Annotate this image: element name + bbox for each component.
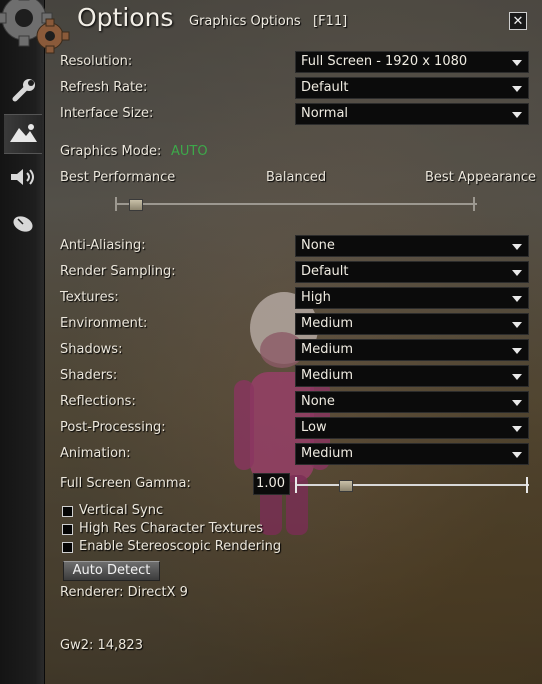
- shaders-value: Medium: [301, 368, 353, 383]
- render-sampling-label: Render Sampling:: [60, 264, 176, 279]
- anti-aliasing-label: Anti-Aliasing:: [60, 238, 146, 253]
- shadows-value: Medium: [301, 342, 353, 357]
- interface-size-label: Interface Size:: [60, 106, 154, 121]
- stereoscopic-label: Enable Stereoscopic Rendering: [79, 539, 282, 554]
- slider-track: [295, 484, 529, 486]
- options-sidebar: [0, 0, 70, 684]
- gamma-value-field[interactable]: 1.00: [253, 473, 290, 495]
- graphics-mode-value: AUTO: [171, 144, 208, 159]
- post-processing-dropdown[interactable]: Low: [295, 417, 529, 439]
- shadows-dropdown[interactable]: Medium: [295, 339, 529, 361]
- wrench-icon: [12, 79, 35, 102]
- chevron-down-icon: [512, 270, 522, 276]
- chevron-down-icon: [512, 426, 522, 432]
- slider-thumb[interactable]: [129, 199, 143, 211]
- reflections-label: Reflections:: [60, 394, 136, 409]
- best-performance-label: Best Performance: [60, 170, 176, 185]
- resolution-dropdown[interactable]: Full Screen - 1920 x 1080: [295, 51, 529, 73]
- render-sampling-value: Default: [301, 264, 349, 279]
- balanced-label: Balanced: [266, 170, 327, 185]
- resolution-label: Resolution:: [60, 54, 133, 69]
- refresh-rate-value: Default: [301, 80, 349, 95]
- page-title: Options: [77, 3, 174, 32]
- render-sampling-dropdown[interactable]: Default: [295, 261, 529, 283]
- chevron-down-icon: [512, 60, 522, 66]
- chevron-down-icon: [512, 452, 522, 458]
- chevron-down-icon: [512, 296, 522, 302]
- reflections-dropdown[interactable]: None: [295, 391, 529, 413]
- textures-label: Textures:: [60, 290, 119, 305]
- gamma-slider[interactable]: [295, 476, 529, 494]
- slider-min-cap: [295, 477, 297, 493]
- chevron-down-icon: [512, 374, 522, 380]
- animation-value: Medium: [301, 446, 353, 461]
- chevron-down-icon: [512, 112, 522, 118]
- chevron-down-icon: [512, 244, 522, 250]
- shadows-label: Shadows:: [60, 342, 123, 357]
- sidebar-tab-general[interactable]: [4, 72, 42, 110]
- post-processing-value: Low: [301, 420, 327, 435]
- close-button[interactable]: ✕: [509, 12, 527, 30]
- post-processing-label: Post-Processing:: [60, 420, 166, 435]
- shaders-dropdown[interactable]: Medium: [295, 365, 529, 387]
- graphics-quality-slider[interactable]: [115, 195, 477, 213]
- textures-dropdown[interactable]: High: [295, 287, 529, 309]
- sidebar-tab-sound[interactable]: [4, 158, 42, 196]
- speaker-icon: [11, 169, 34, 185]
- vertical-sync-checkbox[interactable]: [62, 506, 73, 517]
- interface-size-dropdown[interactable]: Normal: [295, 103, 529, 125]
- high-res-textures-label: High Res Character Textures: [79, 521, 264, 536]
- page-subtitle: Graphics Options: [189, 14, 301, 29]
- graphics-mode-label: Graphics Mode:: [60, 144, 162, 159]
- renderer-info: Renderer: DirectX 9: [60, 585, 188, 600]
- textures-value: High: [301, 290, 331, 305]
- best-appearance-label: Best Appearance: [425, 170, 536, 185]
- animation-dropdown[interactable]: Medium: [295, 443, 529, 465]
- slider-track: [115, 203, 477, 205]
- reflections-value: None: [301, 394, 335, 409]
- slider-min-cap: [115, 197, 117, 211]
- chevron-down-icon: [512, 348, 522, 354]
- animation-label: Animation:: [60, 446, 131, 461]
- build-number: Gw2: 14,823: [60, 638, 143, 653]
- slider-max-cap: [473, 197, 475, 211]
- interface-size-value: Normal: [301, 106, 349, 121]
- sidebar-tab-graphics[interactable]: [4, 114, 42, 154]
- high-res-textures-checkbox[interactable]: [62, 524, 73, 535]
- resolution-value: Full Screen - 1920 x 1080: [301, 54, 468, 69]
- chevron-down-icon: [512, 86, 522, 92]
- hotkey-hint: [F11]: [313, 14, 348, 29]
- gamma-label: Full Screen Gamma:: [60, 476, 191, 491]
- vertical-sync-label: Vertical Sync: [79, 503, 164, 518]
- chevron-down-icon: [512, 322, 522, 328]
- refresh-rate-label: Refresh Rate:: [60, 80, 148, 95]
- anti-aliasing-value: None: [301, 238, 335, 253]
- anti-aliasing-dropdown[interactable]: None: [295, 235, 529, 257]
- refresh-rate-dropdown[interactable]: Default: [295, 77, 529, 99]
- auto-detect-button[interactable]: Auto Detect: [63, 561, 160, 581]
- sidebar-tab-controls[interactable]: [4, 204, 42, 242]
- slider-thumb[interactable]: [339, 480, 353, 492]
- stereoscopic-checkbox[interactable]: [62, 542, 73, 553]
- environment-value: Medium: [301, 316, 353, 331]
- mountains-icon: [10, 124, 37, 142]
- chevron-down-icon: [512, 400, 522, 406]
- mouse-icon: [13, 216, 33, 232]
- slider-max-cap: [526, 477, 528, 493]
- shaders-label: Shaders:: [60, 368, 118, 383]
- environment-dropdown[interactable]: Medium: [295, 313, 529, 335]
- environment-label: Environment:: [60, 316, 148, 331]
